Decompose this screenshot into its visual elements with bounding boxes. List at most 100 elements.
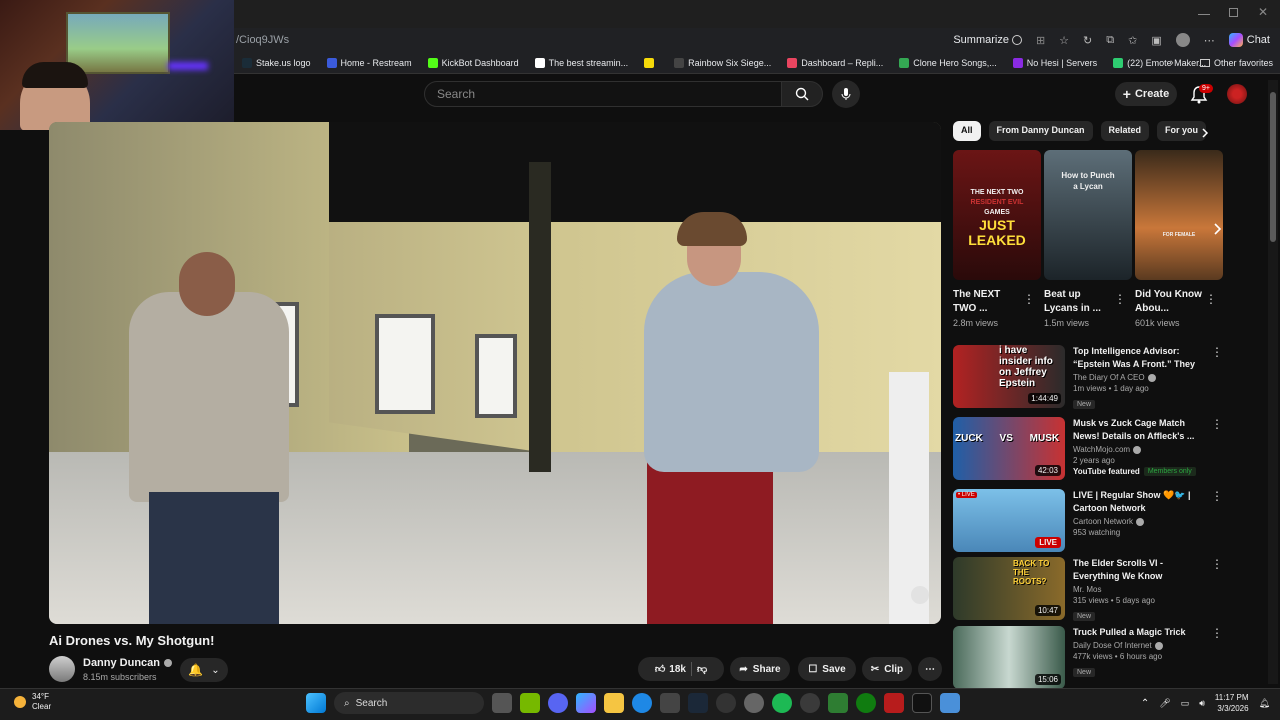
- edge-icon[interactable]: [632, 693, 652, 713]
- favorite-star-icon[interactable]: ☆: [1059, 34, 1069, 47]
- bookmark-item[interactable]: The best streamin...: [527, 57, 637, 68]
- copilot-icon[interactable]: [576, 693, 596, 713]
- bookmark-item[interactable]: Clone Hero Songs,...: [891, 57, 1005, 68]
- short-title[interactable]: Did You Know Abou...: [1135, 288, 1205, 316]
- recommendation-item[interactable]: BACK TO THE ROOTS? 10:47 The Elder Scrol…: [953, 557, 1223, 623]
- store-icon[interactable]: [660, 693, 680, 713]
- xbox-icon[interactable]: [856, 693, 876, 713]
- video-title-link[interactable]: Top Intelligence Advisor: “Epstein Was A…: [1073, 345, 1209, 371]
- video-title-link[interactable]: Musk vs Zuck Cage Match News! Details on…: [1073, 417, 1209, 443]
- volume-icon[interactable]: 🔊︎: [1199, 698, 1205, 709]
- collections-icon[interactable]: ▣: [1151, 34, 1161, 47]
- channel-name[interactable]: The Diary Of A CEO: [1073, 373, 1145, 382]
- video-title-link[interactable]: The Elder Scrolls VI - Everything We Kno…: [1073, 557, 1209, 583]
- video-thumbnail[interactable]: BACK TO THE ROOTS? 10:47: [953, 557, 1065, 620]
- channel-watermark-icon[interactable]: [911, 586, 929, 604]
- obs-icon[interactable]: [716, 693, 736, 713]
- settings-gear-icon[interactable]: [744, 693, 764, 713]
- bookmark-item[interactable]: Rainbow Six Siege...: [666, 57, 779, 68]
- url-text[interactable]: /Cioq9JWs: [236, 34, 289, 46]
- channel-name[interactable]: Cartoon Network: [1073, 517, 1133, 526]
- more-vert-icon[interactable]: ⋮: [1211, 345, 1223, 359]
- channel-name[interactable]: WatchMojo.com: [1073, 445, 1130, 454]
- create-button[interactable]: + Create: [1115, 82, 1177, 106]
- clip-button[interactable]: ✂ Clip: [862, 657, 912, 681]
- short-item[interactable]: How to Punch a Lycan Beat up Lycans in .…: [1044, 150, 1132, 328]
- channel-name-link[interactable]: Danny Duncan: [83, 657, 173, 669]
- more-menu-icon[interactable]: ⋯: [1204, 34, 1215, 47]
- red-app-icon[interactable]: [884, 693, 904, 713]
- more-vert-icon[interactable]: ⋮: [1211, 626, 1223, 640]
- search-input[interactable]: Search: [424, 81, 782, 107]
- video-thumbnail[interactable]: • LIVE LIVE: [953, 489, 1065, 552]
- more-vert-icon[interactable]: ⋮: [1211, 557, 1223, 571]
- bookmark-item[interactable]: (22) Emote Maker...: [1105, 57, 1214, 68]
- more-vert-icon[interactable]: ⋮: [1023, 292, 1035, 306]
- video-player[interactable]: [49, 122, 941, 624]
- recommendation-item[interactable]: i have insider info on Jeffrey Epstein 1…: [953, 345, 1223, 411]
- microphone-icon[interactable]: 🎤︎: [1159, 698, 1170, 709]
- video-title-link[interactable]: Truck Pulled a Magic Trick: [1073, 626, 1209, 639]
- summarize-button[interactable]: Summarize: [953, 34, 1022, 46]
- video-thumbnail[interactable]: ZUCK VS MUSK 42:03: [953, 417, 1065, 480]
- black-app-icon[interactable]: [912, 693, 932, 713]
- address-bar[interactable]: /Cioq9JWs Summarize ⊞ ☆ ↻ ⧉ ✩ ▣ ⋯ Chat: [234, 28, 1280, 52]
- chips-next-icon[interactable]: [1198, 126, 1212, 140]
- short-thumbnail[interactable]: THE NEXT TWO RESIDENT EVIL GAMES JUST LE…: [953, 150, 1041, 280]
- short-title[interactable]: The NEXT TWO ...: [953, 288, 1023, 316]
- discord-icon[interactable]: [548, 693, 568, 713]
- apps-icon[interactable]: ⊞: [1036, 34, 1045, 47]
- search-button[interactable]: [781, 81, 823, 107]
- refresh-icon[interactable]: ↻: [1083, 34, 1092, 47]
- channel-avatar[interactable]: [49, 656, 75, 682]
- b-app-icon[interactable]: [828, 693, 848, 713]
- more-vert-icon[interactable]: ⋮: [1211, 417, 1223, 431]
- bookmark-item[interactable]: No Hesi | Servers: [1005, 57, 1105, 68]
- thumbs-down-icon[interactable]: 👎︎: [697, 663, 707, 675]
- subscription-bell-button[interactable]: 🔔 ⌄: [180, 658, 228, 682]
- recommendation-item[interactable]: 15:06 Truck Pulled a Magic Trick Daily D…: [953, 626, 1223, 689]
- short-thumbnail[interactable]: FOR FEMALE: [1135, 150, 1223, 280]
- taskbar-search[interactable]: ⌕ Search: [334, 692, 484, 714]
- task-view-icon[interactable]: [492, 693, 512, 713]
- scrollbar-thumb[interactable]: [1270, 92, 1276, 242]
- channel-name[interactable]: Mr. Mos: [1073, 585, 1101, 594]
- recommendation-item[interactable]: • LIVE LIVE LIVE | Regular Show 🧡🐦 | Car…: [953, 489, 1223, 552]
- more-vert-icon[interactable]: ⋮: [1114, 292, 1126, 306]
- profile-avatar[interactable]: [1175, 33, 1190, 47]
- notifications-icon[interactable]: 🔔︎: [1259, 698, 1270, 709]
- more-vert-icon[interactable]: ⋮: [1205, 292, 1217, 306]
- voice-search-button[interactable]: [832, 80, 860, 108]
- save-button[interactable]: ☐ Save: [798, 657, 856, 681]
- maximize-icon[interactable]: [1229, 8, 1238, 17]
- bookmark-item[interactable]: KickBot Dashboard: [420, 57, 527, 68]
- spotify-icon[interactable]: [772, 693, 792, 713]
- copilot-chat-button[interactable]: Chat: [1228, 33, 1270, 47]
- favorites-icon[interactable]: ✩: [1128, 34, 1137, 47]
- tray-chevron-icon[interactable]: ⌃: [1141, 698, 1149, 709]
- bookmark-item[interactable]: Home - Restream: [319, 57, 420, 68]
- close-icon[interactable]: ✕: [1258, 5, 1268, 19]
- bookmark-item[interactable]: Stake.us logo: [234, 57, 319, 68]
- like-button[interactable]: 👍︎ 18k: [655, 663, 686, 676]
- file-explorer-icon[interactable]: [604, 693, 624, 713]
- minimize-icon[interactable]: [1198, 14, 1210, 15]
- more-actions-button[interactable]: ⋯: [918, 657, 942, 681]
- bookmark-item[interactable]: Dashboard – Repli...: [779, 57, 891, 68]
- other-favorites[interactable]: Other favorites: [1200, 58, 1273, 68]
- 4k-app-icon[interactable]: [800, 693, 820, 713]
- page-scrollbar[interactable]: [1268, 80, 1278, 684]
- video-title-link[interactable]: LIVE | Regular Show 🧡🐦 | Cartoon Network: [1073, 489, 1209, 515]
- windows-start-icon[interactable]: [306, 693, 326, 713]
- channel-name[interactable]: Daily Dose Of Internet: [1073, 641, 1152, 650]
- chip-all[interactable]: All: [953, 121, 981, 141]
- display-icon[interactable]: ▭: [1181, 698, 1190, 709]
- more-vert-icon[interactable]: ⋮: [1211, 489, 1223, 503]
- account-avatar[interactable]: [1227, 84, 1247, 104]
- short-title[interactable]: Beat up Lycans in ...: [1044, 288, 1114, 316]
- shorts-next-icon[interactable]: [1207, 216, 1229, 242]
- bookmarks-chevron-icon[interactable]: ›: [1170, 57, 1174, 69]
- bookmark-item[interactable]: [636, 57, 666, 68]
- video-thumbnail[interactable]: i have insider info on Jeffrey Epstein 1…: [953, 345, 1065, 408]
- nvidia-icon[interactable]: [520, 693, 540, 713]
